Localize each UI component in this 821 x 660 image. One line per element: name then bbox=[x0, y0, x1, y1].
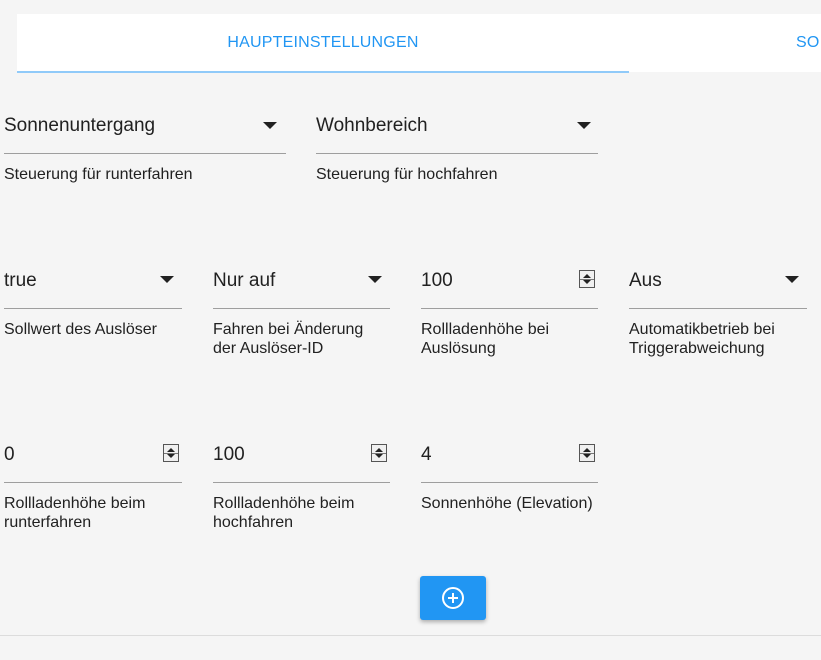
field-underline bbox=[421, 482, 598, 483]
field-underline bbox=[4, 308, 182, 309]
dropdown-arrow-icon bbox=[577, 122, 591, 129]
height-up-input[interactable]: 100 Rollladenhöhe beim hochfahren bbox=[213, 444, 390, 534]
field-underline bbox=[213, 308, 390, 309]
trigger-height-label-line2: Auslösung bbox=[421, 340, 496, 357]
field-underline bbox=[4, 153, 286, 154]
dropdown-arrow-icon bbox=[368, 276, 382, 283]
down-control-label: Steuerung für runterfahren bbox=[4, 166, 193, 183]
number-spinner-icon[interactable] bbox=[163, 444, 179, 462]
auto-mode-select[interactable]: Aus Automatikbetrieb bei Triggerabweichu… bbox=[629, 270, 807, 360]
trigger-height-input[interactable]: 100 Rollladenhöhe bei Auslösung bbox=[421, 270, 598, 360]
dropdown-arrow-icon bbox=[263, 122, 277, 129]
trigger-id-change-label-line1: Fahren bei Änderung bbox=[213, 321, 364, 338]
up-control-select[interactable]: Wohnbereich Steuerung für hochfahren bbox=[316, 115, 598, 195]
add-button[interactable] bbox=[420, 576, 486, 620]
up-control-value: Wohnbereich bbox=[316, 115, 428, 136]
tab-bar: HAUPTEINSTELLUNGEN SO bbox=[0, 14, 821, 73]
down-control-value: Sonnenuntergang bbox=[4, 115, 156, 136]
active-tab-indicator bbox=[17, 71, 629, 73]
dropdown-arrow-icon bbox=[785, 276, 799, 283]
number-spinner-icon[interactable] bbox=[371, 444, 387, 462]
auto-mode-value: Aus bbox=[629, 270, 662, 291]
settings-page: HAUPTEINSTELLUNGEN SO Sonnenuntergang St… bbox=[0, 0, 821, 660]
height-down-value: 0 bbox=[4, 444, 15, 465]
field-underline bbox=[316, 153, 598, 154]
height-up-value: 100 bbox=[213, 444, 245, 465]
field-underline bbox=[629, 308, 807, 309]
height-down-label-line1: Rollladenhöhe beim bbox=[4, 495, 146, 512]
trigger-value-value: true bbox=[4, 270, 37, 291]
elevation-input[interactable]: 4 Sonnenhöhe (Elevation) bbox=[421, 444, 598, 534]
tab-haupteinstellungen[interactable]: HAUPTEINSTELLUNGEN bbox=[17, 14, 629, 72]
auto-mode-label-line2: Triggerabweichung bbox=[629, 340, 765, 357]
field-underline bbox=[4, 482, 182, 483]
height-up-label-line1: Rollladenhöhe beim bbox=[213, 495, 355, 512]
trigger-height-value: 100 bbox=[421, 270, 453, 291]
height-down-label-line2: runterfahren bbox=[4, 514, 92, 531]
add-circle-icon bbox=[442, 587, 464, 609]
field-underline bbox=[213, 482, 390, 483]
elevation-value: 4 bbox=[421, 444, 432, 465]
elevation-label: Sonnenhöhe (Elevation) bbox=[421, 495, 593, 512]
number-spinner-icon[interactable] bbox=[579, 270, 595, 288]
number-spinner-icon[interactable] bbox=[579, 444, 595, 462]
trigger-value-label: Sollwert des Auslöser bbox=[4, 321, 157, 338]
field-underline bbox=[421, 308, 598, 309]
trigger-height-label-line1: Rollladenhöhe bei bbox=[421, 321, 550, 338]
down-control-select[interactable]: Sonnenuntergang Steuerung für runterfahr… bbox=[4, 115, 286, 195]
trigger-id-change-select[interactable]: Nur auf Fahren bei Änderung der Auslöser… bbox=[213, 270, 390, 360]
height-up-label-line2: hochfahren bbox=[213, 514, 294, 531]
trigger-value-select[interactable]: true Sollwert des Auslöser bbox=[4, 270, 182, 360]
divider bbox=[0, 635, 821, 636]
trigger-id-change-value: Nur auf bbox=[213, 270, 276, 291]
auto-mode-label-line1: Automatikbetrieb bei bbox=[629, 321, 775, 338]
dropdown-arrow-icon bbox=[160, 276, 174, 283]
tab-other[interactable]: SO bbox=[780, 14, 821, 72]
up-control-label: Steuerung für hochfahren bbox=[316, 166, 498, 183]
trigger-id-change-label-line2: der Auslöser-ID bbox=[213, 340, 324, 357]
height-down-input[interactable]: 0 Rollladenhöhe beim runterfahren bbox=[4, 444, 182, 534]
